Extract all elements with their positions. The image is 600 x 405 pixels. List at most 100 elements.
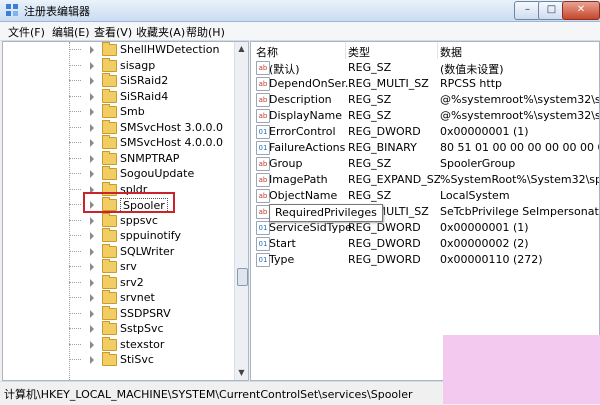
expand-arrow-icon[interactable] [90,263,94,271]
folder-icon [102,42,117,56]
expand-arrow-icon[interactable] [90,108,94,116]
value-type: REG_DWORD [348,237,421,250]
expand-arrow-icon[interactable] [90,77,94,85]
column-header-data[interactable]: 数据 [440,44,462,60]
expand-arrow-icon[interactable] [90,356,94,364]
tree-connector [69,142,81,143]
menu-bar: 文件(F) 编辑(E) 查看(V) 收藏夹(A) 帮助(H) [0,22,600,41]
value-name: Type [269,253,295,266]
tree-item-label: SQLWriter [120,244,175,258]
menu-view[interactable]: 查看(V) [94,24,132,40]
value-name: Start [269,237,296,250]
menu-file[interactable]: 文件(F) [8,24,45,40]
registry-editor-icon [6,4,18,16]
scroll-down-arrow-icon[interactable]: ▼ [237,368,246,377]
expand-arrow-icon[interactable] [90,61,94,70]
registry-key-tree[interactable]: ShellHWDetection sisagp SiSRaid2 SiSRaid4 Sm… [2,41,249,381]
menu-favorites[interactable]: 收藏夹(A) [136,24,185,40]
expand-arrow-icon[interactable] [90,340,94,349]
value-data: SpoolerGroup [440,157,516,170]
scroll-thumb[interactable] [237,268,248,286]
tree-item[interactable]: StiSvc [3,351,233,369]
tree-connector [69,49,81,50]
binary-value-icon: 01 [256,221,270,235]
value-type: REG_SZ [348,61,392,74]
tree-connector [69,219,81,221]
tree-connector [69,126,81,128]
tree-connector [69,235,81,236]
title-bar: 注册表编辑器 – □ ✕ [0,0,600,22]
expand-arrow-icon[interactable] [90,278,94,287]
value-name: Group [269,157,303,170]
folder-icon [102,290,117,304]
expand-arrow-icon[interactable] [90,139,94,147]
expand-arrow-icon[interactable] [90,123,94,132]
tree-item-label: srv2 [120,275,144,289]
expand-arrow-icon[interactable] [90,247,94,256]
value-row[interactable]: ab Group REG_SZ SpoolerGroup [251,156,599,172]
column-header-name[interactable]: 名称 [256,44,278,60]
tree-connector [69,95,81,97]
string-value-icon: ab [256,189,270,203]
expand-arrow-icon[interactable] [90,294,94,302]
minimize-button[interactable]: – [514,1,541,20]
folder-icon [102,305,117,320]
value-type: REG_SZ [348,157,392,170]
value-row[interactable]: 01 Type REG_DWORD 0x00000110 (272) [251,252,599,268]
value-row[interactable]: 01 FailureActions REG_BINARY 80 51 01 00 00… [251,140,599,156]
value-data: 0x00000001 (1) [440,125,529,138]
maximize-button[interactable]: □ [538,1,565,20]
value-row[interactable]: ab (默认) REG_SZ (数值未设置) [251,60,599,76]
tree-item-label: Smb [120,105,145,118]
folder-icon [102,336,117,351]
value-row[interactable]: ab Description REG_SZ @%systemroot%\system3… [251,92,599,108]
value-name: ServiceSidType [269,221,351,234]
expand-arrow-icon[interactable] [90,309,94,318]
column-divider[interactable] [345,42,346,59]
expand-arrow-icon[interactable] [90,92,94,101]
value-row[interactable]: ab DisplayName REG_SZ @%systemroot%\system3… [251,108,599,124]
tree-scrollbar[interactable]: ▲ ▼ [234,42,248,380]
value-row[interactable]: ab ObjectName REG_SZ LocalSystem [251,188,599,204]
menu-edit[interactable]: 编辑(E) [52,24,90,40]
value-type: REG_SZ [348,93,392,106]
value-row[interactable]: ab ImagePath REG_EXPAND_SZ %SystemRoot%\Sys… [251,172,599,188]
folder-icon [102,150,117,165]
tree-item-label: StiSvc [120,353,154,366]
value-name: ErrorControl [269,125,336,138]
folder-icon [102,228,117,242]
expand-arrow-icon[interactable] [90,154,94,163]
tree-connector [69,312,81,314]
column-header-type[interactable]: 类型 [348,44,370,60]
value-type: REG_BINARY [348,141,417,154]
scroll-up-arrow-icon[interactable]: ▲ [237,44,246,53]
value-row[interactable]: 01 Start REG_DWORD 0x00000002 (2) [251,236,599,252]
value-data: @%systemroot%\system32\spoolsv [440,109,600,122]
value-name-tooltip: RequiredPrivileges [269,204,383,222]
folder-icon [102,88,117,103]
expand-arrow-icon[interactable] [90,325,94,333]
value-data: SeTcbPrivilege SeImpersonatePriv [440,205,599,218]
value-data: 0x00000001 (1) [440,221,529,234]
values-list[interactable]: 名称 类型 数据 ab (默认) REG_SZ (数值未设置) ab DependOnSe… [250,41,600,381]
tree-item-label: SiSRaid2 [120,74,169,87]
folder-icon [102,321,117,335]
expand-arrow-icon[interactable] [90,216,94,225]
close-button[interactable]: ✕ [562,1,600,20]
binary-value-icon: 01 [256,253,270,267]
tree-item-label: SSDPSRV [120,306,171,320]
tree-connector [69,250,81,252]
expand-arrow-icon[interactable] [90,170,94,178]
value-data: 0x00000110 (272) [440,253,543,266]
expand-arrow-icon[interactable] [90,232,94,240]
menu-help[interactable]: 帮助(H) [186,24,225,40]
value-row[interactable]: ab DependOnSer... REG_MULTI_SZ RPCSS http [251,76,599,92]
value-row[interactable]: 01 ErrorControl REG_DWORD 0x00000001 (1) [251,124,599,140]
expand-arrow-icon[interactable] [90,46,94,54]
folder-icon [102,352,117,366]
tree-connector [69,359,81,360]
value-row[interactable]: 01 ServiceSidType REG_DWORD 0x00000001 (1) [251,220,599,236]
column-divider[interactable] [437,42,438,59]
value-type: REG_DWORD [348,221,421,234]
tree-connector [69,188,81,190]
